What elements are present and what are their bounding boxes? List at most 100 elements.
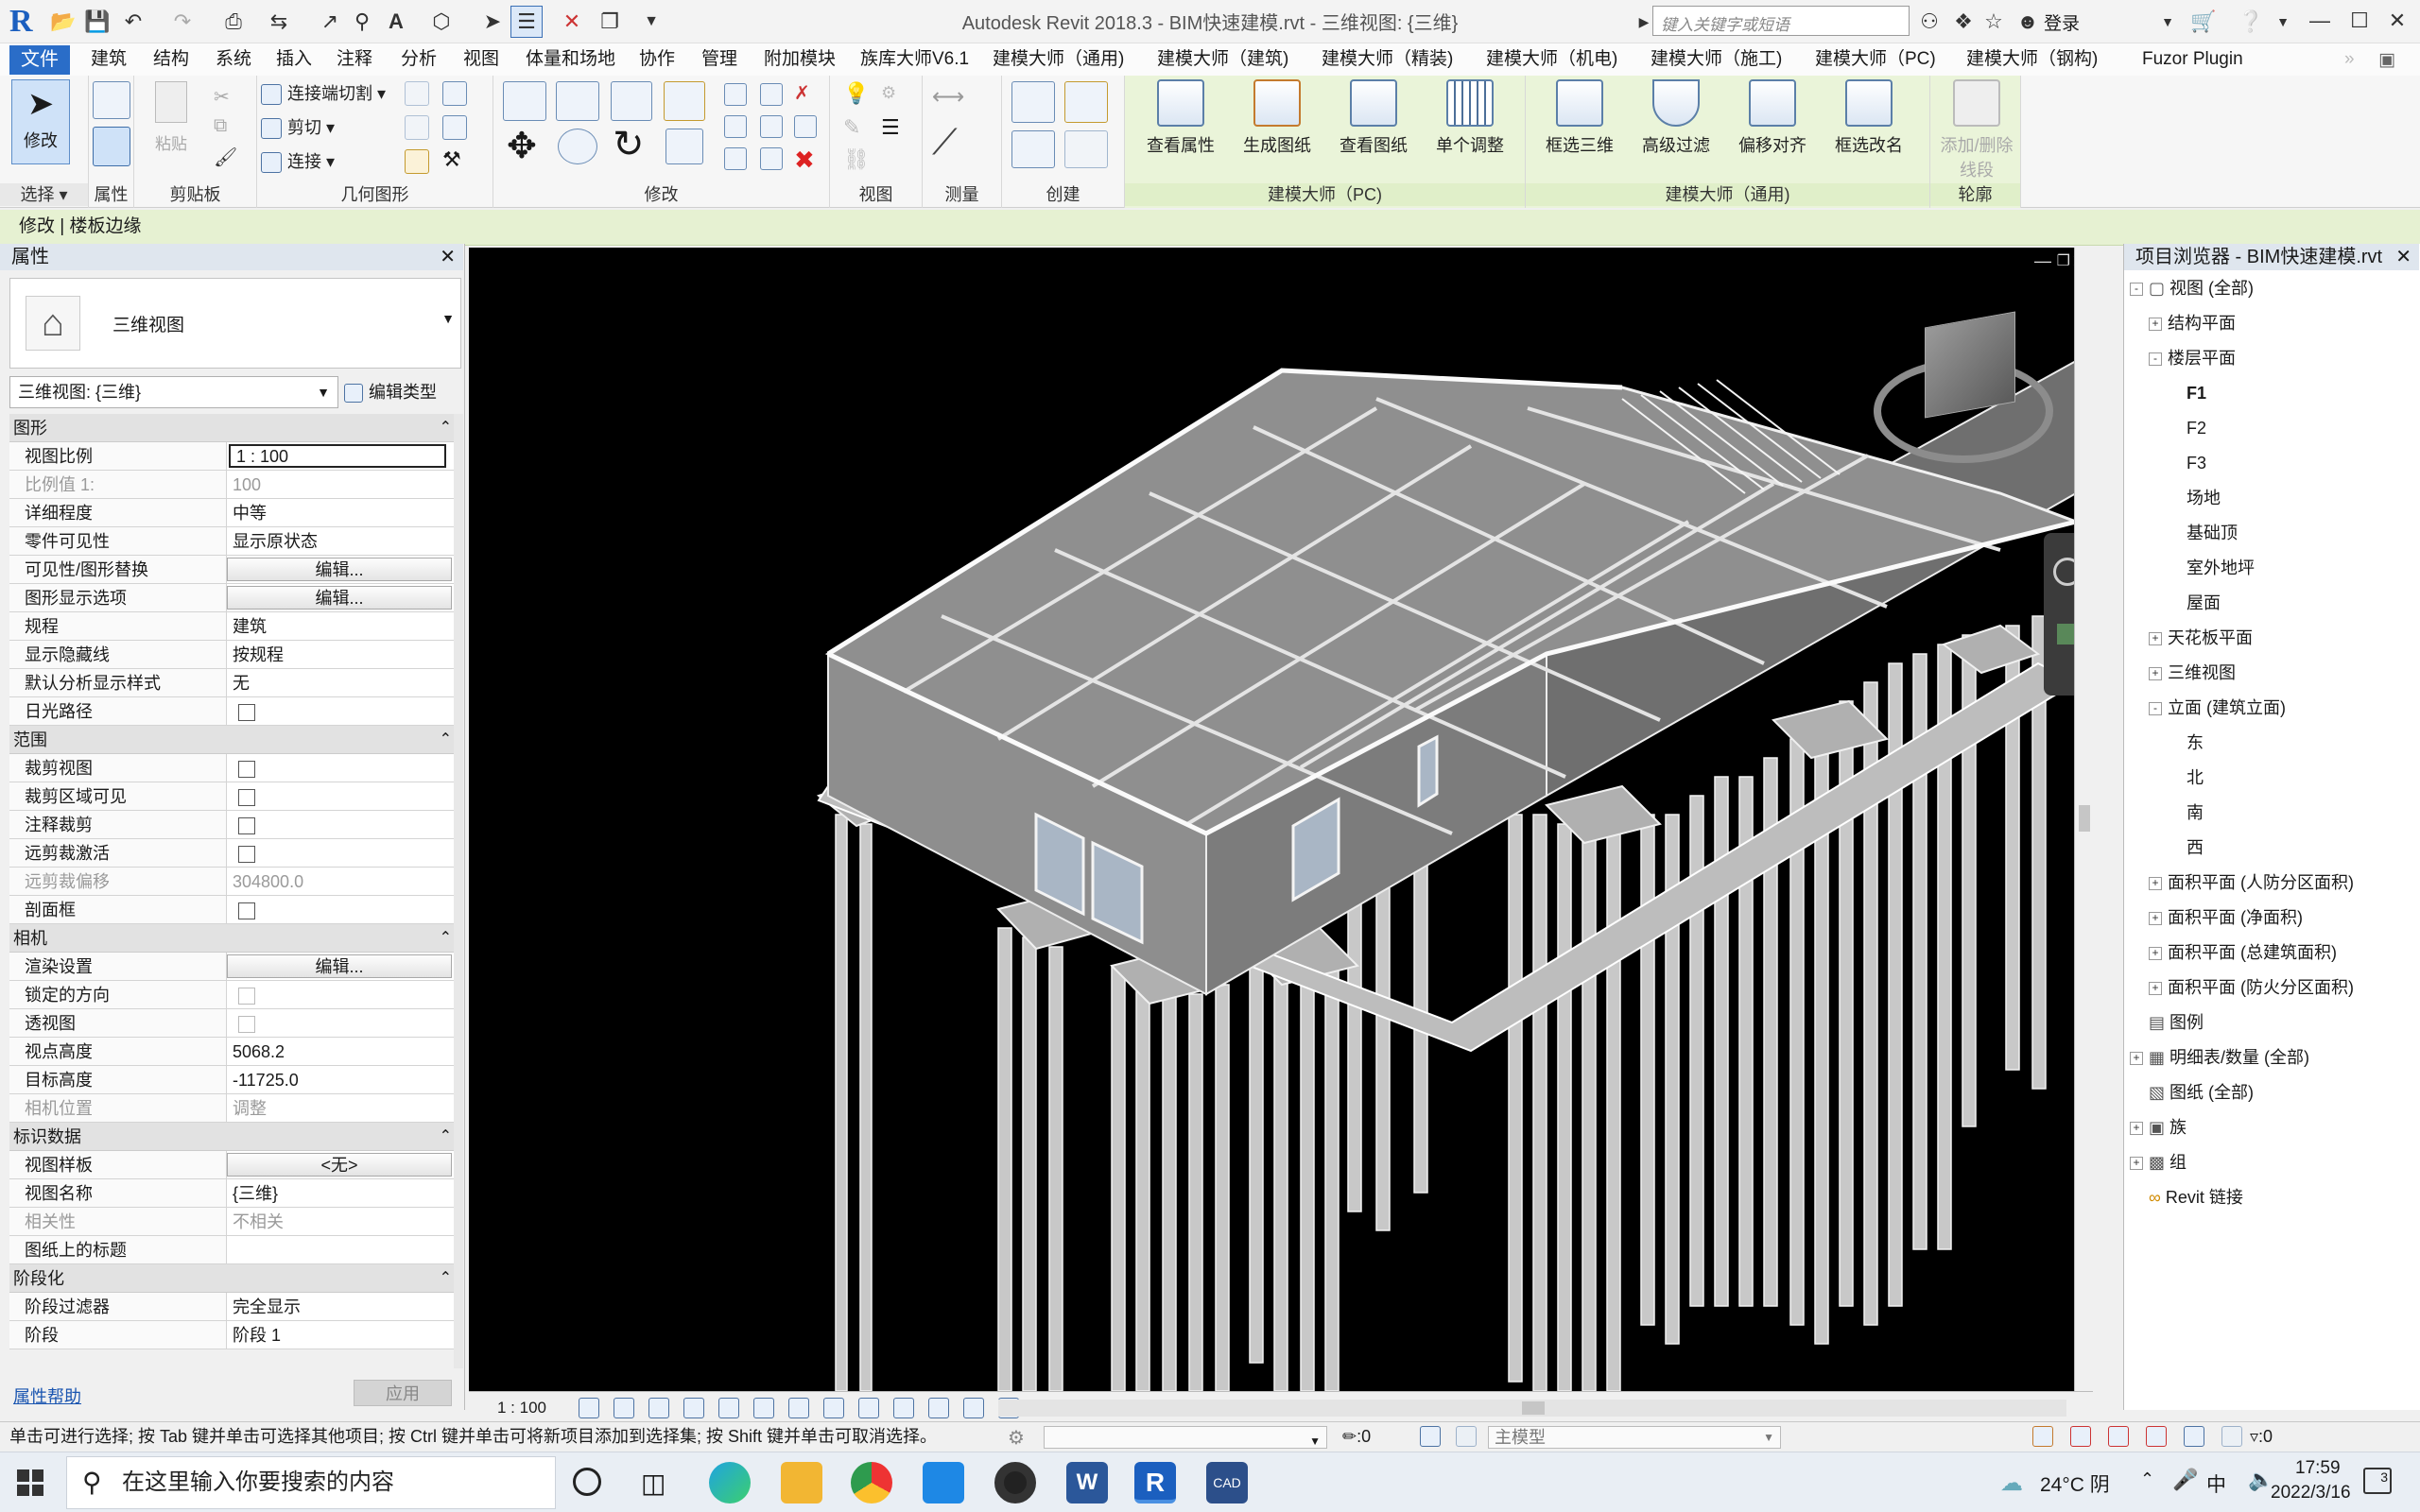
trim-multiple-icon[interactable] bbox=[760, 147, 783, 170]
login-label[interactable]: 登录 bbox=[2044, 9, 2080, 35]
search-input[interactable]: 键入关键字或短语 bbox=[1652, 6, 1910, 36]
select-pinned-icon[interactable] bbox=[2108, 1426, 2129, 1447]
close-button[interactable]: ✕ bbox=[2378, 4, 2416, 38]
browser-node[interactable]: + 面积平面 (总建筑面积) bbox=[2149, 938, 2337, 967]
measure-between-icon[interactable]: ⟷ bbox=[932, 83, 964, 111]
split-face-icon[interactable] bbox=[442, 81, 467, 106]
type-properties-icon[interactable] bbox=[93, 81, 130, 119]
tab-collaborate[interactable]: 协作 bbox=[639, 47, 675, 74]
tray-expand-icon[interactable]: ⌃ bbox=[2140, 1469, 2154, 1489]
expand-icon[interactable]: + bbox=[2130, 1122, 2143, 1136]
property-value[interactable]: 5068.2 bbox=[227, 1038, 461, 1065]
unlock-view-icon[interactable] bbox=[823, 1398, 844, 1418]
detail-level-icon[interactable] bbox=[579, 1398, 599, 1418]
browser-node[interactable]: + 三维视图 bbox=[2149, 659, 2236, 687]
property-value[interactable]: <无> bbox=[227, 1151, 461, 1178]
tab-systems[interactable]: 系统 bbox=[216, 47, 251, 74]
browser-node[interactable]: + 面积平面 (防火分区面积) bbox=[2149, 973, 2354, 1002]
browser-node[interactable]: + ▩ 组 bbox=[2130, 1148, 2187, 1177]
trim-single-icon[interactable] bbox=[724, 147, 747, 170]
create-similar-icon[interactable] bbox=[1064, 130, 1108, 168]
create-group-icon[interactable] bbox=[1011, 130, 1055, 168]
select-links-icon[interactable] bbox=[2032, 1426, 2053, 1447]
vertical-scroll-thumb[interactable] bbox=[2079, 805, 2090, 832]
trim-extend-corner-icon[interactable] bbox=[666, 129, 703, 164]
property-value[interactable]: 显示原状态 bbox=[227, 527, 461, 555]
browser-node[interactable]: 基础顶 bbox=[2168, 519, 2238, 547]
view-drawings-button[interactable]: 查看图纸 bbox=[1331, 79, 1416, 164]
crop-view-icon[interactable] bbox=[753, 1398, 774, 1418]
copy-element-icon[interactable] bbox=[558, 129, 597, 164]
delete-icon[interactable]: ✖ bbox=[794, 146, 815, 175]
create-assembly-icon[interactable] bbox=[1011, 81, 1055, 123]
collapse-icon[interactable]: ⌃ bbox=[440, 924, 452, 953]
browser-node[interactable]: - 立面 (建筑立面) bbox=[2149, 694, 2286, 722]
split-element-icon[interactable] bbox=[724, 83, 747, 106]
filter-count[interactable]: ▿:0 bbox=[2250, 1422, 2273, 1451]
property-value[interactable]: -11725.0 bbox=[227, 1066, 461, 1093]
ribbon-minimize-icon[interactable]: ▣ bbox=[2378, 49, 2395, 71]
binoculars-icon[interactable]: ⚇ bbox=[1913, 6, 1945, 38]
edit-type-button[interactable]: 编辑类型 bbox=[344, 376, 461, 408]
worksharing-icon[interactable] bbox=[928, 1398, 949, 1418]
property-value[interactable] bbox=[227, 782, 461, 810]
render-icon[interactable] bbox=[718, 1398, 739, 1418]
collapse-icon[interactable]: - bbox=[2130, 283, 2143, 297]
modify-button[interactable]: ➤ 修改 bbox=[11, 79, 70, 164]
property-checkbox[interactable] bbox=[238, 704, 255, 722]
property-value[interactable]: 完全显示 bbox=[227, 1293, 461, 1320]
demolish-icon[interactable] bbox=[405, 115, 429, 140]
join-cut-button[interactable]: 连接端切割 ▾ bbox=[261, 79, 386, 108]
tab-bim-general[interactable]: 建模大师（通用) bbox=[993, 47, 1124, 74]
background-process-icon[interactable] bbox=[2221, 1426, 2242, 1447]
help-icon[interactable]: ❔ bbox=[2235, 6, 2267, 38]
expand-icon[interactable]: + bbox=[2149, 877, 2162, 891]
tab-bim-steel[interactable]: 建模大师（钢构) bbox=[1966, 47, 2098, 74]
property-checkbox[interactable] bbox=[238, 846, 255, 864]
browser-node[interactable]: ▤ 图例 bbox=[2130, 1008, 2204, 1037]
3d-viewport[interactable]: — ❐ ✕ bbox=[469, 248, 2093, 1391]
edit-button[interactable]: <无> bbox=[227, 1153, 452, 1177]
browser-node[interactable]: F1 bbox=[2168, 379, 2206, 407]
design-option-icon[interactable] bbox=[1456, 1426, 1477, 1447]
match-properties-icon[interactable]: 🖌 bbox=[214, 146, 237, 169]
browser-node[interactable]: 屋面 bbox=[2168, 589, 2221, 617]
select-by-face-icon[interactable] bbox=[2146, 1426, 2167, 1447]
single-adjust-button[interactable]: 单个调整 bbox=[1427, 79, 1512, 164]
microphone-icon[interactable]: 🎤 bbox=[2172, 1468, 2198, 1492]
task-view-icon[interactable]: ◫ bbox=[641, 1468, 666, 1499]
aligned-dimension-icon[interactable]: ⟋ bbox=[932, 123, 958, 163]
override-graphics-icon[interactable]: ⚙ bbox=[881, 83, 896, 103]
select-panel-label[interactable]: 选择 ▾ bbox=[0, 183, 88, 206]
browser-node[interactable]: 北 bbox=[2168, 764, 2204, 792]
properties-icon[interactable] bbox=[93, 127, 130, 166]
unpin-icon[interactable]: ✗ bbox=[794, 81, 810, 105]
tab-structure[interactable]: 结构 bbox=[153, 47, 189, 74]
horizontal-scroll-thumb[interactable] bbox=[1522, 1401, 1545, 1415]
windows-start-icon[interactable] bbox=[17, 1469, 43, 1496]
split-gap-icon[interactable] bbox=[760, 83, 783, 106]
tab-analyze[interactable]: 分析 bbox=[401, 47, 437, 74]
mirror-pick-axis-icon[interactable] bbox=[611, 81, 652, 121]
browser-node[interactable]: F2 bbox=[2168, 414, 2206, 442]
type-dropdown-icon[interactable]: ▼ bbox=[441, 311, 455, 326]
revit-taskbar-icon[interactable]: R bbox=[1134, 1462, 1176, 1503]
add-remove-segments-button[interactable]: 添加/删除 线段 bbox=[1934, 79, 2019, 180]
file-explorer-icon[interactable] bbox=[781, 1462, 822, 1503]
tab-insert[interactable]: 插入 bbox=[276, 47, 312, 74]
cut-clipboard-icon[interactable]: ✂ bbox=[214, 85, 230, 109]
expand-icon[interactable]: + bbox=[2149, 982, 2162, 996]
sun-path-icon[interactable] bbox=[648, 1398, 669, 1418]
rotate-icon[interactable]: ↻ bbox=[613, 123, 645, 166]
expand-icon[interactable]: + bbox=[2130, 1157, 2143, 1171]
paint-icon[interactable] bbox=[442, 115, 467, 140]
browser-node[interactable]: 东 bbox=[2168, 729, 2204, 757]
view-scale[interactable]: 1 : 100 bbox=[497, 1399, 546, 1418]
temporary-hide-icon[interactable] bbox=[858, 1398, 879, 1418]
property-value[interactable]: 1 : 100 bbox=[227, 442, 461, 470]
linework-icon[interactable]: ✎ bbox=[843, 115, 860, 140]
offset-align-button[interactable]: 偏移对齐 bbox=[1730, 79, 1815, 164]
property-value[interactable] bbox=[227, 896, 461, 923]
edge-icon[interactable] bbox=[709, 1462, 751, 1503]
property-checkbox[interactable] bbox=[238, 902, 255, 920]
